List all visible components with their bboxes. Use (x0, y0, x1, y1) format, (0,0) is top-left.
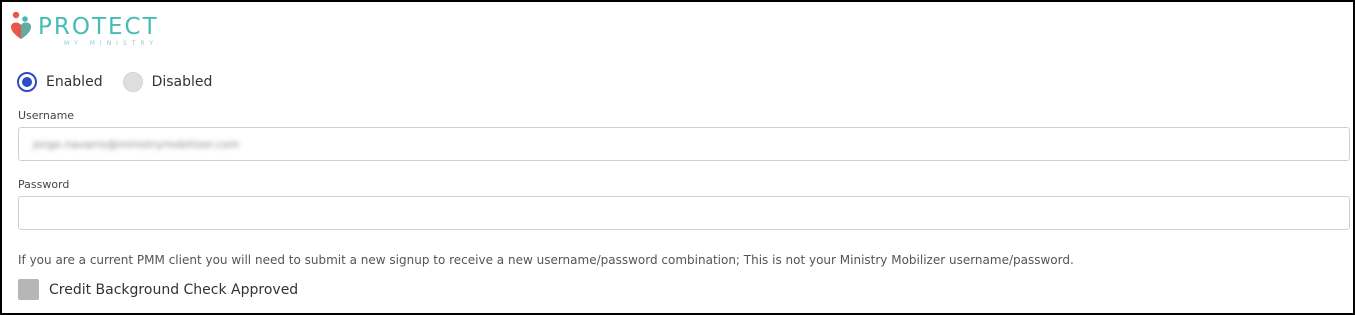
logo-title: PROTECT (38, 14, 159, 40)
enabled-radio[interactable]: Enabled (17, 72, 103, 92)
disabled-radio-label: Disabled (151, 74, 213, 90)
username-input[interactable]: jorge.navarro@ministrymobilizer.com (18, 127, 1350, 161)
username-label: Username (18, 109, 75, 122)
protect-my-ministry-logo: PROTECT MY MINISTRY (8, 10, 157, 47)
radio-selected-icon[interactable] (17, 72, 37, 92)
logo-subtitle: MY MINISTRY (64, 40, 158, 47)
credential-help-text: If you are a current PMM client you will… (18, 253, 1074, 267)
logo-heart-icon (11, 11, 31, 39)
credit-check-label: Credit Background Check Approved (49, 281, 299, 298)
disabled-radio[interactable]: Disabled (122, 72, 213, 92)
credit-check-checkbox[interactable]: Credit Background Check Approved (18, 279, 298, 300)
radio-unselected-icon[interactable] (122, 72, 143, 92)
password-label: Password (18, 178, 70, 191)
username-value: jorge.navarro@ministrymobilizer.com (33, 138, 240, 151)
status-radio-group: Enabled Disabled (17, 72, 232, 92)
settings-panel: PROTECT MY MINISTRY Enabled Disabled Use… (0, 0, 1355, 315)
checkbox-unchecked-icon[interactable] (18, 279, 39, 300)
password-input[interactable] (18, 196, 1350, 230)
enabled-radio-label: Enabled (46, 74, 103, 90)
